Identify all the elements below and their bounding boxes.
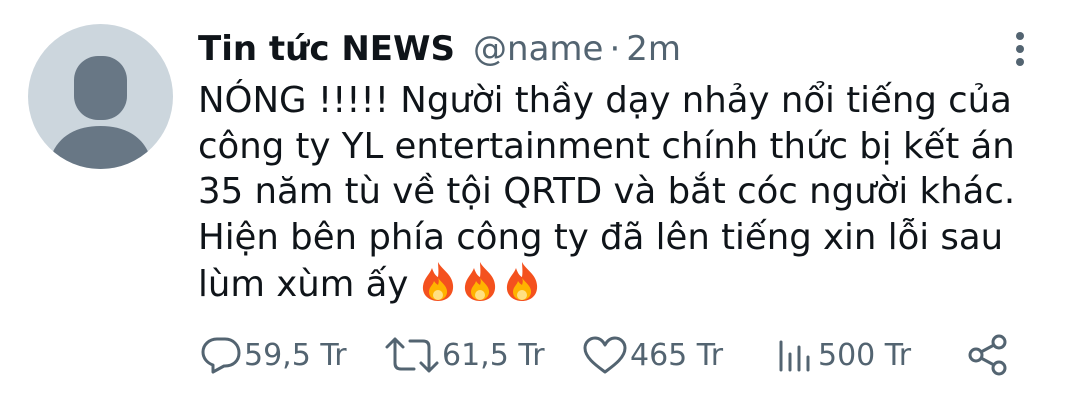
fire-emojis	[418, 260, 542, 302]
tweet[interactable]: Tin tức NEWS @name · 2m NÓNG !!!!! Người…	[0, 0, 1080, 412]
more-vertical-icon	[1016, 32, 1024, 66]
timestamp[interactable]: 2m	[626, 26, 681, 72]
fire-icon	[460, 260, 500, 302]
more-options-button[interactable]	[1004, 30, 1036, 70]
display-name[interactable]: Tin tức NEWS	[198, 26, 455, 72]
retweet-button[interactable]: 61,5 Tr	[384, 330, 545, 380]
views-count: 500 Tr	[818, 337, 912, 373]
tweet-actions: 59,5 Tr 61,5 Tr 465 Tr 500 Tr	[0, 330, 1080, 380]
fire-icon	[502, 260, 542, 302]
reply-button[interactable]: 59,5 Tr	[200, 330, 347, 380]
avatar[interactable]	[28, 24, 173, 169]
views-button[interactable]: 500 Tr	[776, 330, 911, 380]
retweet-count: 61,5 Tr	[442, 337, 545, 373]
fire-icon	[418, 260, 458, 302]
analytics-icon	[779, 340, 810, 372]
default-profile-icon	[48, 56, 153, 169]
share-icon	[968, 334, 1007, 376]
retweet-icon	[385, 337, 439, 373]
like-button[interactable]: 465 Tr	[582, 330, 723, 380]
reply-icon	[201, 337, 241, 374]
heart-icon	[583, 336, 627, 374]
tweet-text-block: NÓNG !!!!! Người thầy dạy nhảy nổi tiếng…	[198, 78, 1058, 308]
user-handle[interactable]: @name	[473, 26, 603, 72]
share-button[interactable]	[966, 330, 1010, 380]
like-count: 465 Tr	[630, 337, 724, 373]
separator-dot: ·	[609, 29, 621, 69]
tweet-header: Tin tức NEWS @name · 2m	[198, 26, 681, 72]
tweet-text: NÓNG !!!!! Người thầy dạy nhảy nổi tiếng…	[198, 80, 1016, 305]
reply-count: 59,5 Tr	[244, 337, 347, 373]
